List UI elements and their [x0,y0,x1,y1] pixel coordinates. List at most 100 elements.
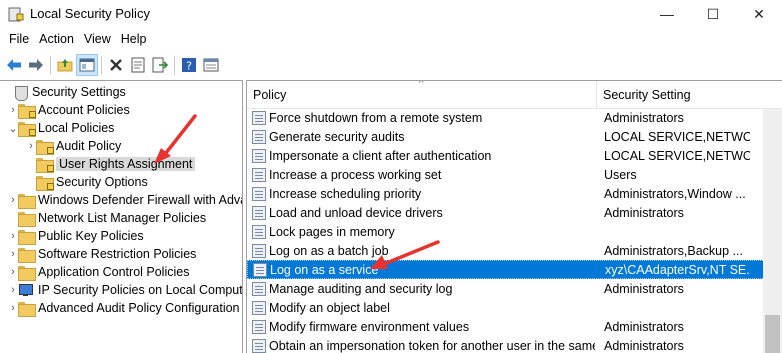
table-row[interactable]: Manage auditing and security log Administ… [247,279,767,298]
policy-name-cell: Increase scheduling priority [269,186,422,201]
chevron-down-icon[interactable]: ⌄ [8,119,18,137]
lock-icon [47,183,54,190]
minimize-button[interactable]: — [644,0,690,28]
export-list-icon [152,57,168,73]
tree-item-label: Software Restriction Policies [38,247,197,261]
close-button[interactable]: ✕ [736,0,782,28]
table-row[interactable]: Load and unload device drivers Administra… [247,203,767,222]
policy-name-cell: Modify an object label [269,300,390,315]
up-one-level-button[interactable] [54,54,76,76]
security-setting-cell: Administrators,Window ... [604,186,746,201]
lock-icon [47,147,54,154]
security-setting-cell: LOCAL SERVICE,NETWO... [604,148,750,163]
tree-item-audit-policy[interactable]: › Audit Policy [26,137,121,155]
policy-setting-icon [252,300,266,315]
security-setting-cell: Administrators [604,319,684,334]
policy-name-cell: Load and unload device drivers [269,205,443,220]
policy-setting-icon [252,167,266,182]
vertical-scrollbar[interactable] [763,109,782,353]
column-header-policy[interactable]: Policy [247,81,597,109]
security-setting-cell: Administrators [604,281,684,296]
scrollbar-thumb[interactable] [765,315,780,353]
delete-button[interactable] [105,54,127,76]
tree-item-label: Network List Manager Policies [38,211,207,225]
tree-item-windows-defender-firewall-with-adva[interactable]: › Windows Defender Firewall with Adva [8,191,242,209]
chevron-right-icon[interactable]: › [8,281,18,299]
back-arrow-icon [7,59,21,71]
table-row[interactable]: Log on as a service xyz\CAAdapterSrv,NT S… [247,260,767,279]
policy-setting-icon [252,186,266,201]
chevron-right-icon[interactable]: › [8,227,18,245]
toolbar: ? [0,52,782,78]
properties-button[interactable] [127,54,149,76]
view-button[interactable] [200,54,222,76]
column-header-security-setting[interactable]: Security Setting [597,81,767,109]
delete-icon [110,59,122,71]
security-setting-cell: LOCAL SERVICE,NETWO... [604,129,750,144]
tree-item-network-list-manager-policies[interactable]: Network List Manager Policies [8,209,206,227]
chevron-right-icon[interactable]: › [8,263,18,281]
forward-button[interactable] [25,54,47,76]
show-hide-console-tree-button[interactable] [76,54,98,76]
view-icon [203,58,219,72]
policy-list[interactable]: ^ Policy Security Setting Force shutdown… [246,80,782,353]
table-row[interactable]: Force shutdown from a remote system Admin… [247,108,767,127]
table-row[interactable]: Obtain an impersonation token for anothe… [247,336,767,353]
menu-help[interactable]: Help [116,32,152,46]
tree-item-label: Public Key Policies [38,229,144,243]
console-tree[interactable]: Security Settings › Account Policies ⌄ Local… [0,80,243,353]
toolbar-separator [101,56,102,74]
back-button[interactable] [3,54,25,76]
export-list-button[interactable] [149,54,171,76]
security-setting-cell: Administrators [604,205,684,220]
security-setting-cell: Administrators [604,338,684,353]
policy-setting-icon [252,205,266,220]
tree-item-software-restriction-policies[interactable]: › Software Restriction Policies [8,245,196,263]
tree-item-advanced-audit-policy-configuration[interactable]: › Advanced Audit Policy Configuration [8,299,240,317]
no-expander [26,155,36,173]
no-expander [4,83,14,101]
chevron-right-icon[interactable]: › [8,191,18,209]
locked-folder-icon [36,157,54,173]
table-row[interactable]: Increase scheduling priority Administrato… [247,184,767,203]
tree-item-account-policies[interactable]: › Account Policies [8,101,130,119]
menu-file[interactable]: File [4,32,34,46]
table-row[interactable]: Increase a process working set Users [247,165,767,184]
chevron-right-icon[interactable]: › [8,299,18,317]
tree-item-security-settings[interactable]: Security Settings [4,83,126,101]
policy-setting-icon [252,243,266,258]
chevron-right-icon[interactable]: › [8,101,18,119]
maximize-button[interactable]: ☐ [690,0,736,28]
table-row[interactable]: Impersonate a client after authenticatio… [247,146,767,165]
chevron-right-icon[interactable]: › [8,245,18,263]
policy-setting-icon [252,319,266,334]
security-settings-icon [14,84,28,101]
policy-name-cell: Log on as a service [270,262,379,277]
policy-name-cell: Generate security audits [269,129,405,144]
help-button[interactable]: ? [178,54,200,76]
tree-item-public-key-policies[interactable]: › Public Key Policies [8,227,144,245]
chevron-right-icon[interactable]: › [26,137,36,155]
tree-item-user-rights-assignment[interactable]: User Rights Assignment [26,155,196,173]
tree-item-ip-security-policies-on-local-compute[interactable]: › IP Security Policies on Local Compute [8,281,242,299]
folder-icon [18,211,36,227]
table-row[interactable]: Lock pages in memory [247,222,767,241]
menu-action[interactable]: Action [34,32,79,46]
security-setting-cell: Administrators,Backup ... [604,243,743,258]
security-setting-cell: xyz\CAAdapterSrv,NT SE... [605,262,751,277]
table-row[interactable]: Generate security audits LOCAL SERVICE,NE… [247,127,767,146]
table-row[interactable]: Modify an object label [247,298,767,317]
tree-item-application-control-policies[interactable]: › Application Control Policies [8,263,189,281]
tree-item-label: Advanced Audit Policy Configuration [38,301,240,315]
security-setting-cell: Administrators [604,110,684,125]
table-row[interactable]: Log on as a batch job Administrators,Back… [247,241,767,260]
policy-setting-icon [252,110,266,125]
folder-icon [18,193,36,209]
table-row[interactable]: Modify firmware environment values Admini… [247,317,767,336]
menu-view[interactable]: View [79,32,116,46]
lock-icon [29,111,36,118]
tree-item-security-options[interactable]: Security Options [26,173,148,191]
policy-setting-icon [252,148,266,163]
tree-item-local-policies[interactable]: ⌄ Local Policies [8,119,114,137]
tree-item-label: Security Options [56,175,148,189]
